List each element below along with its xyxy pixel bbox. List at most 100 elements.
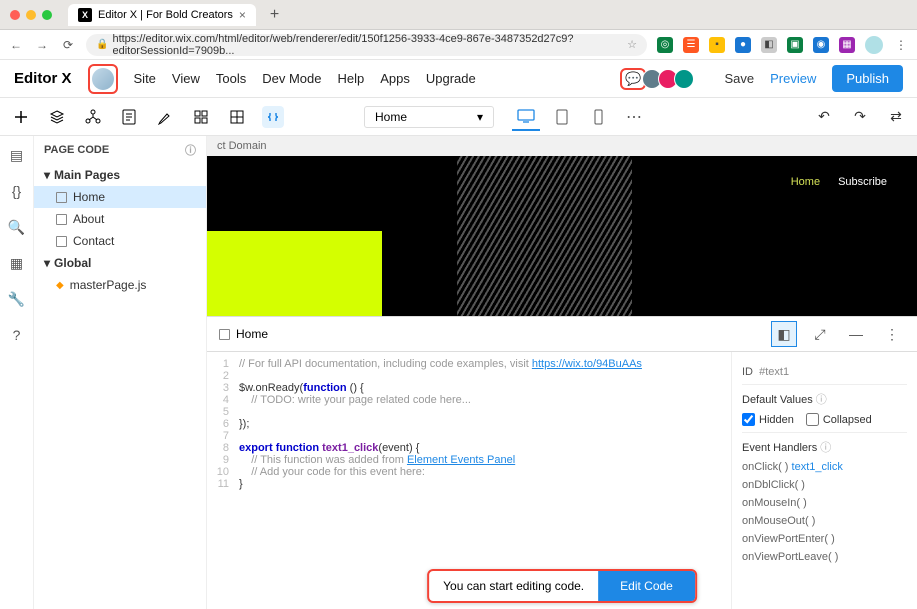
event-handler-row[interactable]: onClick( ) text1_click (742, 461, 907, 473)
collapsed-checkbox[interactable]: Collapsed (806, 413, 872, 426)
site-preview[interactable]: Home Subscribe ▶ (207, 156, 917, 316)
add-icon[interactable] (10, 106, 32, 128)
code-tab-home[interactable]: Home (219, 327, 268, 341)
user-avatar-highlight[interactable] (88, 64, 118, 94)
database-icon[interactable] (226, 106, 248, 128)
js-file-icon: ◆ (56, 280, 64, 291)
publish-button[interactable]: Publish (832, 65, 903, 92)
extension-icon[interactable]: ◎ (657, 37, 673, 53)
redo-icon[interactable]: ↷ (849, 106, 871, 128)
comments-icon[interactable]: 💬 (624, 71, 642, 87)
url-text: https://editor.wix.com/html/editor/web/r… (112, 33, 627, 57)
apps-grid-icon[interactable] (190, 106, 212, 128)
info-icon[interactable]: ⓘ (820, 442, 831, 454)
settings-icon[interactable]: 🔧 (8, 290, 26, 308)
window-zoom-icon[interactable] (42, 10, 52, 20)
hidden-checkbox[interactable]: Hidden (742, 413, 794, 426)
preview-nav-home[interactable]: Home (791, 176, 820, 188)
expand-icon[interactable]: ⤢ (807, 321, 833, 347)
preview-nav-subscribe[interactable]: Subscribe (838, 176, 887, 188)
more-icon[interactable]: ⋮ (879, 321, 905, 347)
forward-icon[interactable]: → (34, 37, 50, 53)
code-braces-icon[interactable]: {} (8, 182, 26, 200)
tablet-icon[interactable] (548, 103, 576, 131)
code-icon[interactable] (262, 106, 284, 128)
browser-menu-icon[interactable]: ⋮ (893, 37, 909, 53)
event-handler-row[interactable]: onViewPortEnter( ) (742, 533, 907, 545)
extension-icon[interactable]: ◉ (813, 37, 829, 53)
extension-icon[interactable]: ☰ (683, 37, 699, 53)
mobile-icon[interactable] (584, 103, 612, 131)
code-panel: Home ◧ ⤢ — ⋮ 1// For full API documentat… (207, 316, 917, 609)
page-icon[interactable] (118, 106, 140, 128)
window-close-icon[interactable] (10, 10, 20, 20)
preview-button[interactable]: Preview (770, 71, 816, 86)
page-file-icon (56, 214, 67, 225)
menu-site[interactable]: Site (134, 71, 156, 86)
domain-banner[interactable]: ct Domain (207, 136, 917, 156)
menu-tools[interactable]: Tools (216, 71, 246, 86)
desktop-icon[interactable] (512, 103, 540, 131)
tab-title: Editor X | For Bold Creators (98, 9, 233, 21)
menu-view[interactable]: View (172, 71, 200, 86)
extension-icon[interactable]: ◧ (761, 37, 777, 53)
url-field[interactable]: 🔒 https://editor.wix.com/html/editor/web… (86, 34, 647, 56)
tree-group-main[interactable]: ▾ Main Pages (34, 164, 206, 186)
reload-icon[interactable]: ⟳ (60, 37, 76, 53)
event-handler-row[interactable]: onDblClick( ) (742, 479, 907, 491)
page-selector-value: Home (375, 110, 407, 124)
tree-item-home[interactable]: Home (34, 186, 206, 208)
help-icon[interactable]: ? (8, 326, 26, 344)
tree-item-masterpage[interactable]: ◆masterPage.js (34, 274, 206, 296)
data-icon[interactable]: ▦ (8, 254, 26, 272)
avatar-icon (92, 68, 114, 90)
menu-apps[interactable]: Apps (380, 71, 410, 86)
properties-panel-icon[interactable]: ◧ (771, 321, 797, 347)
undo-icon[interactable]: ↶ (813, 106, 835, 128)
event-handler-row[interactable]: onMouseIn( ) (742, 497, 907, 509)
extension-icon[interactable]: ▦ (839, 37, 855, 53)
save-button[interactable]: Save (724, 71, 754, 86)
preview-image[interactable]: ▶ (457, 156, 632, 316)
extension-icon[interactable]: ▣ (787, 37, 803, 53)
menu-dev-mode[interactable]: Dev Mode (262, 71, 321, 86)
tree-item-about[interactable]: About (34, 208, 206, 230)
menu-upgrade[interactable]: Upgrade (426, 71, 476, 86)
lock-icon: 🔒 (96, 39, 108, 50)
extension-icon[interactable]: ▪ (709, 37, 725, 53)
bookmark-icon[interactable]: ☆ (627, 38, 637, 51)
window-minimize-icon[interactable] (26, 10, 36, 20)
close-icon[interactable]: × (239, 8, 246, 22)
extension-icon[interactable]: ● (735, 37, 751, 53)
page-file-icon (56, 236, 67, 247)
tree-icon[interactable] (82, 106, 104, 128)
profile-avatar-icon[interactable] (865, 36, 883, 54)
event-handler-row[interactable]: onViewPortLeave( ) (742, 551, 907, 563)
handlers-label: Event Handlers (742, 442, 817, 454)
prop-id-value[interactable]: #text1 (759, 366, 789, 378)
new-tab-button[interactable]: + (270, 6, 279, 24)
edit-code-button[interactable]: Edit Code (598, 571, 695, 601)
page-selector[interactable]: Home ▾ (364, 106, 494, 128)
minimize-icon[interactable]: — (843, 321, 869, 347)
back-icon[interactable]: ← (8, 37, 24, 53)
properties-panel: ID #text1 Default Values ⓘ Hidden Collap… (731, 352, 917, 609)
collaborator-avatar[interactable] (674, 69, 694, 89)
defaults-label: Default Values (742, 394, 813, 406)
info-icon[interactable]: ⓘ (816, 394, 827, 406)
canvas-area: ct Domain Home Subscribe ▶ Home ◧ ⤢ (207, 136, 917, 609)
menu-help[interactable]: Help (337, 71, 364, 86)
preview-block[interactable] (207, 231, 382, 316)
tree-item-contact[interactable]: Contact (34, 230, 206, 252)
more-icon[interactable]: ⋯ (620, 103, 648, 131)
browser-tab[interactable]: X Editor X | For Bold Creators × (68, 4, 256, 26)
info-icon[interactable]: ⓘ (185, 142, 196, 158)
search-icon[interactable]: 🔍 (8, 218, 26, 236)
page-file-icon (219, 329, 230, 340)
tree-group-global[interactable]: ▾ Global (34, 252, 206, 274)
event-handler-row[interactable]: onMouseOut( ) (742, 515, 907, 527)
pages-icon[interactable]: ▤ (8, 146, 26, 164)
swap-icon[interactable]: ⇄ (885, 106, 907, 128)
layers-icon[interactable] (46, 106, 68, 128)
theme-icon[interactable] (154, 106, 176, 128)
